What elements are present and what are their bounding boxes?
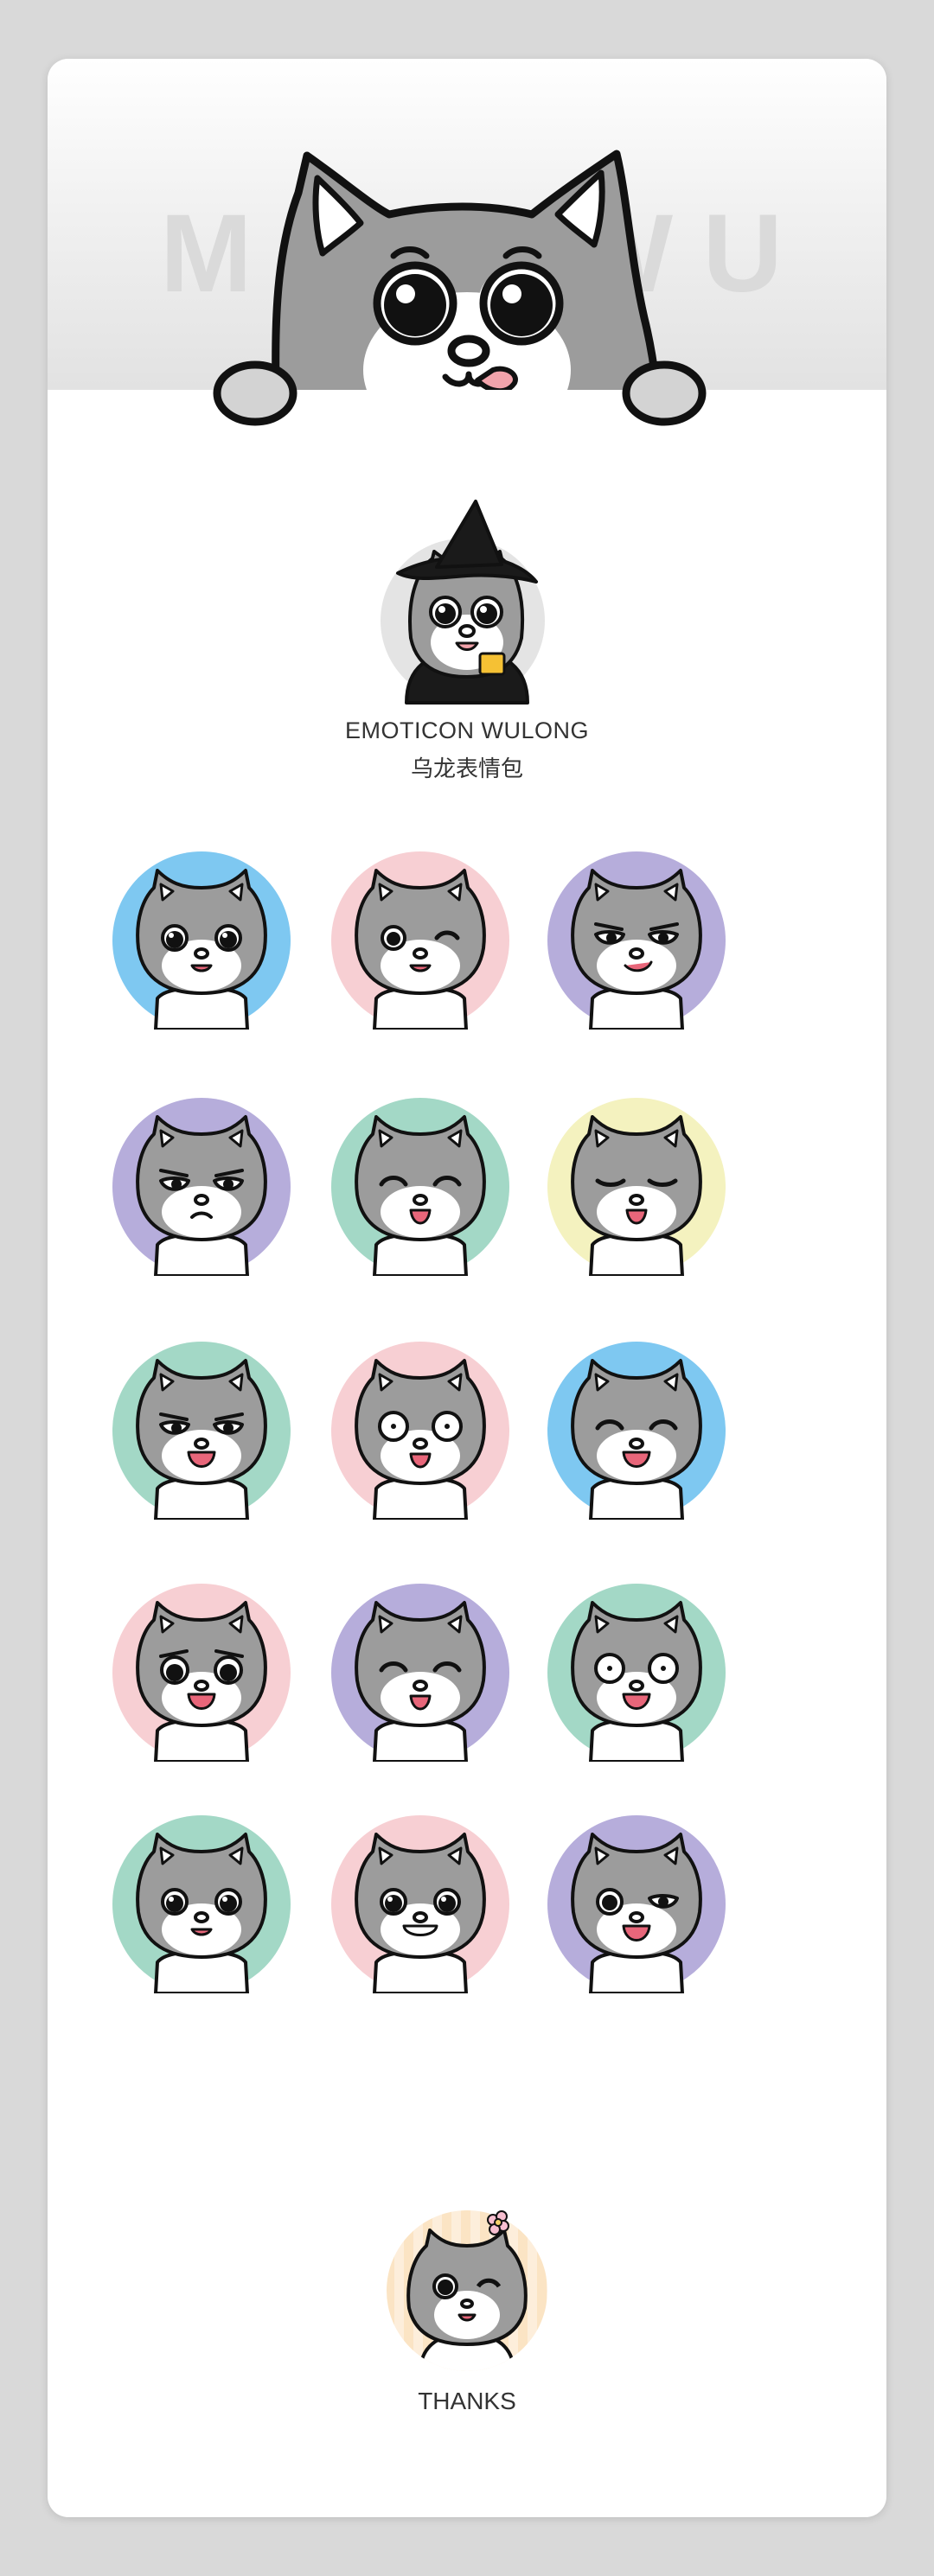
sticker-sheet-card: M I A O W U bbox=[48, 59, 886, 2517]
title-english: EMOTICON WULONG bbox=[345, 717, 589, 743]
brand-avatar-section: EMOTICON WULONG 乌龙表情包 bbox=[48, 491, 886, 783]
cat-face-icon bbox=[547, 1815, 726, 1995]
emoticon-smirk[interactable] bbox=[547, 851, 726, 1031]
emoticon-silly[interactable] bbox=[331, 1342, 509, 1521]
cat-face-icon bbox=[331, 1815, 509, 1995]
cat-face-icon bbox=[547, 1584, 726, 1763]
cat-face-icon bbox=[112, 1815, 291, 1995]
title-chinese: 乌龙表情包 bbox=[410, 756, 523, 782]
emoticon-wink[interactable] bbox=[331, 851, 509, 1031]
emoticon-angry[interactable] bbox=[112, 1342, 291, 1521]
cat-face-icon bbox=[112, 1098, 291, 1278]
emoticon-laugh[interactable] bbox=[547, 1342, 726, 1521]
witch-cat-avatar bbox=[381, 500, 545, 705]
emoticon-lick[interactable] bbox=[547, 1098, 726, 1278]
flower-icon bbox=[487, 2210, 509, 2235]
peeking-cat-illustration bbox=[213, 150, 707, 426]
emoticon-tongue[interactable] bbox=[331, 1584, 509, 1763]
cat-face-icon bbox=[331, 851, 509, 1031]
cat-face-icon bbox=[331, 1584, 509, 1763]
cat-face-icon bbox=[547, 851, 726, 1031]
cat-face-icon bbox=[547, 1098, 726, 1278]
cat-face-icon bbox=[331, 1342, 509, 1521]
emoticon-yell[interactable] bbox=[547, 1815, 726, 1995]
cat-face-icon bbox=[112, 1342, 291, 1521]
emoticon-happy[interactable] bbox=[112, 1815, 291, 1995]
emoticon-shock[interactable] bbox=[547, 1584, 726, 1763]
cat-face-icon bbox=[547, 1342, 726, 1521]
cat-face-icon bbox=[112, 851, 291, 1031]
thanks-label: THANKS bbox=[418, 2388, 516, 2414]
thanks-cat-avatar bbox=[387, 2210, 547, 2371]
cat-face-icon bbox=[112, 1584, 291, 1763]
emoticon-sad[interactable] bbox=[112, 1584, 291, 1763]
cat-face-icon bbox=[331, 1098, 509, 1278]
emoticon-grumpy[interactable] bbox=[112, 1098, 291, 1278]
emoticon-tongue[interactable] bbox=[331, 1098, 509, 1278]
emoticon-smile[interactable] bbox=[112, 851, 291, 1031]
emoticon-grin[interactable] bbox=[331, 1815, 509, 1995]
thanks-section: THANKS bbox=[48, 2204, 886, 2415]
